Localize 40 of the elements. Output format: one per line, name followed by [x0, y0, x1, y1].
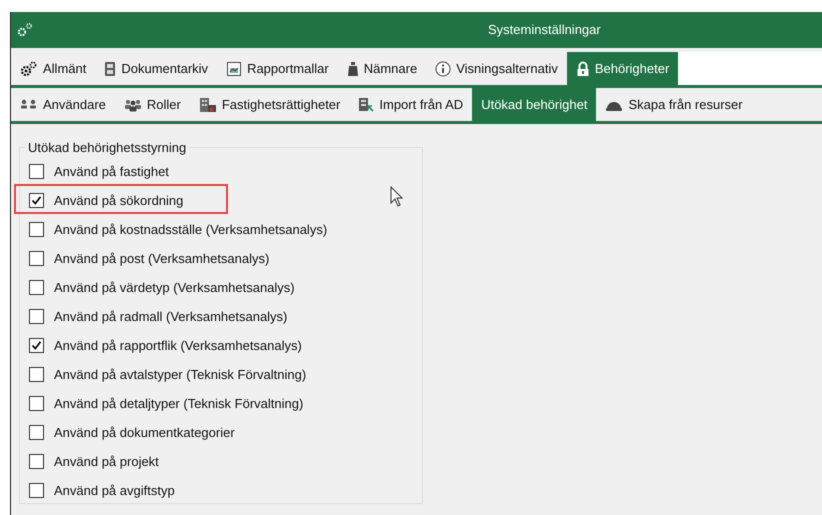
checkbox[interactable] [29, 367, 44, 382]
checkbox-label: Använd på sökordning [54, 193, 184, 208]
checkbox-label: Använd på avtalstyper (Teknisk Förvaltning) [54, 367, 306, 382]
tab[interactable]: Utökad behörighet [472, 88, 596, 121]
tab[interactable]: Behörigheter [566, 52, 678, 85]
checkbox-label: Använd på projekt [54, 454, 159, 469]
checkbox[interactable] [29, 280, 44, 295]
settings-icon [17, 22, 33, 38]
cursor-icon [390, 186, 404, 208]
users-icon [20, 98, 38, 110]
checkbox-label: Använd på detaljtyper (Teknisk Förvaltning) [54, 396, 304, 411]
checkbox-label: Använd på dokumentkategorier [54, 425, 235, 440]
checkbox[interactable] [29, 454, 44, 469]
report-icon [226, 60, 242, 76]
import-icon [358, 96, 374, 112]
checkbox-label: Använd på rapportflik (Verksamhetsanalys) [54, 338, 302, 353]
window-title: Systeminställningar [488, 22, 601, 37]
lock-icon [576, 60, 590, 76]
checkbox-label: Använd på värdetyp (Verksamhetsanalys) [54, 280, 295, 295]
checkbox-label: Använd på kostnadsställe (Verksamhetsanalys) [54, 222, 328, 237]
group-title: Utökad behörighetsstyrning [27, 140, 188, 155]
checkbox[interactable] [29, 483, 44, 498]
group-icon [124, 98, 142, 112]
weight-icon [346, 60, 359, 76]
checkbox-label: Använd på radmall (Verksamhetsanalys) [54, 309, 288, 324]
checkbox[interactable] [29, 425, 44, 440]
checkbox[interactable] [29, 309, 44, 324]
checkbox[interactable] [29, 338, 44, 353]
info-icon [435, 60, 452, 76]
checkbox-label: Använd på avgiftstyp [54, 483, 175, 498]
checkbox[interactable] [29, 251, 44, 266]
checkbox-label: Använd på post (Verksamhetsanalys) [54, 251, 270, 266]
building-icon [198, 96, 217, 112]
checkbox-label: Använd på fastighet [54, 164, 169, 179]
checkbox[interactable] [29, 164, 44, 179]
checkbox[interactable] [29, 396, 44, 411]
checkbox[interactable] [29, 193, 44, 208]
checkbox[interactable] [29, 222, 44, 237]
gears-icon [20, 60, 38, 76]
cabinet-icon [104, 60, 116, 76]
